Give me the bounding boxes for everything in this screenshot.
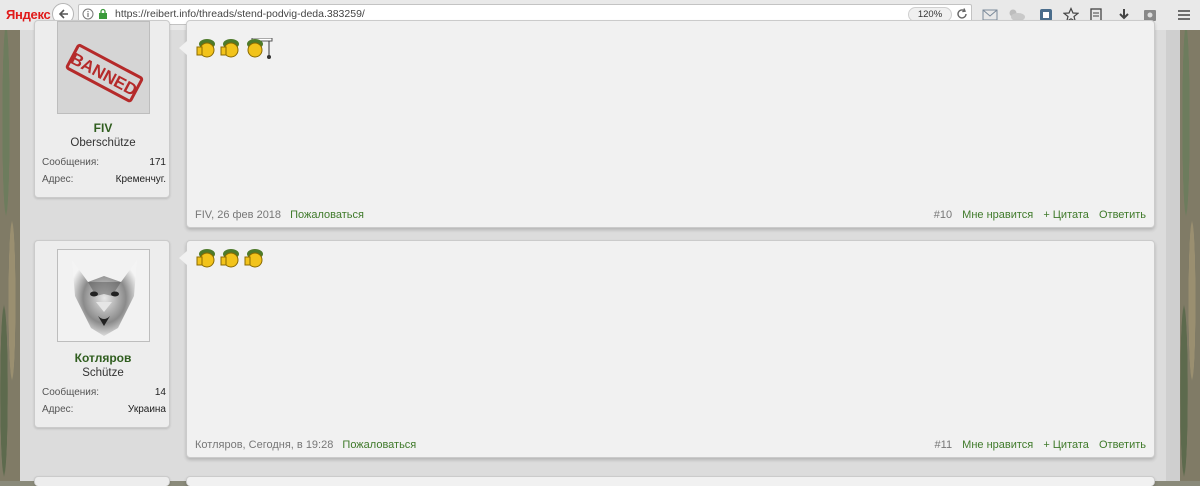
stat-label: Сообщения:	[42, 387, 100, 398]
message-arrow	[179, 41, 187, 55]
page-background-right	[1180, 30, 1200, 481]
page-scrollbar[interactable]	[1166, 30, 1180, 481]
report-link[interactable]: Пожаловаться	[342, 439, 416, 451]
page-background-left	[0, 30, 20, 481]
post-author-date[interactable]: FIV, 26 фев 2018	[195, 209, 281, 221]
next-post-message-edge	[186, 476, 1155, 486]
post-number[interactable]: #10	[934, 209, 952, 221]
message-arrow	[179, 251, 187, 265]
stat-label: Сообщения:	[42, 157, 100, 168]
stat-value: Украина	[127, 404, 166, 415]
avatar[interactable]	[57, 249, 150, 342]
post-actions: #11 Мне нравится + Цитата Ответить	[928, 439, 1146, 451]
like-button[interactable]: Мне нравится	[962, 209, 1033, 221]
stat-label: Адрес:	[42, 174, 74, 185]
username[interactable]: Котляров	[35, 351, 171, 365]
soldier-smiley-icon	[244, 249, 263, 268]
soldier-smiley-icon	[247, 38, 273, 59]
stat-value: 171	[149, 157, 166, 168]
url-text[interactable]: https://reibert.info/threads/stend-podvi…	[115, 8, 365, 20]
soldier-smiley-icon	[196, 39, 215, 58]
soldier-smiley-icon	[196, 249, 215, 268]
reload-icon[interactable]	[955, 7, 969, 21]
stat-label: Адрес:	[42, 404, 74, 415]
lock-icon	[99, 8, 107, 19]
post-meta: FIV, 26 фев 2018 Пожаловаться	[195, 209, 364, 221]
back-arrow-icon	[58, 9, 68, 19]
smiley-row	[196, 248, 266, 268]
stat-value: 14	[154, 387, 166, 398]
next-post-sidebar-edge	[34, 476, 170, 486]
user-info-panel: BANNED FIV Oberschütze Сообщения: 171 Ад…	[34, 20, 170, 198]
info-icon[interactable]	[82, 8, 94, 20]
thread-page: BANNED FIV Oberschütze Сообщения: 171 Ад…	[20, 20, 1180, 486]
soldier-smiley-icon	[220, 249, 239, 268]
message-body: FIV, 26 фев 2018 Пожаловаться #10 Мне нр…	[179, 20, 1155, 228]
post-number[interactable]: #11	[935, 439, 953, 451]
user-title: Oberschütze	[70, 137, 136, 149]
quote-button[interactable]: + Цитата	[1043, 209, 1089, 221]
post-actions: #10 Мне нравится + Цитата Ответить	[927, 209, 1146, 221]
username[interactable]: FIV	[35, 121, 171, 135]
menu-icon[interactable]	[1176, 7, 1192, 23]
user-title: Schütze	[82, 367, 124, 379]
post-meta: Котляров, Сегодня, в 19:28 Пожаловаться	[195, 439, 416, 451]
soldier-smiley-icon	[220, 39, 239, 58]
banned-stamp-icon: BANNED	[58, 22, 149, 113]
stat-value: Кременчуг.	[115, 174, 166, 185]
quote-button[interactable]: + Цитата	[1043, 439, 1089, 451]
post-author-date[interactable]: Котляров, Сегодня, в 19:28	[195, 439, 333, 451]
user-info-panel: Котляров Schütze Сообщения: 14 Адрес: Ук…	[34, 240, 170, 428]
avatar[interactable]: BANNED	[57, 21, 150, 114]
message-body: Котляров, Сегодня, в 19:28 Пожаловаться …	[179, 240, 1155, 458]
reply-button[interactable]: Ответить	[1099, 439, 1146, 451]
reply-button[interactable]: Ответить	[1099, 209, 1146, 221]
like-button[interactable]: Мне нравится	[962, 439, 1033, 451]
wolf-avatar-icon	[58, 250, 149, 341]
report-link[interactable]: Пожаловаться	[290, 209, 364, 221]
smiley-row	[196, 38, 274, 60]
